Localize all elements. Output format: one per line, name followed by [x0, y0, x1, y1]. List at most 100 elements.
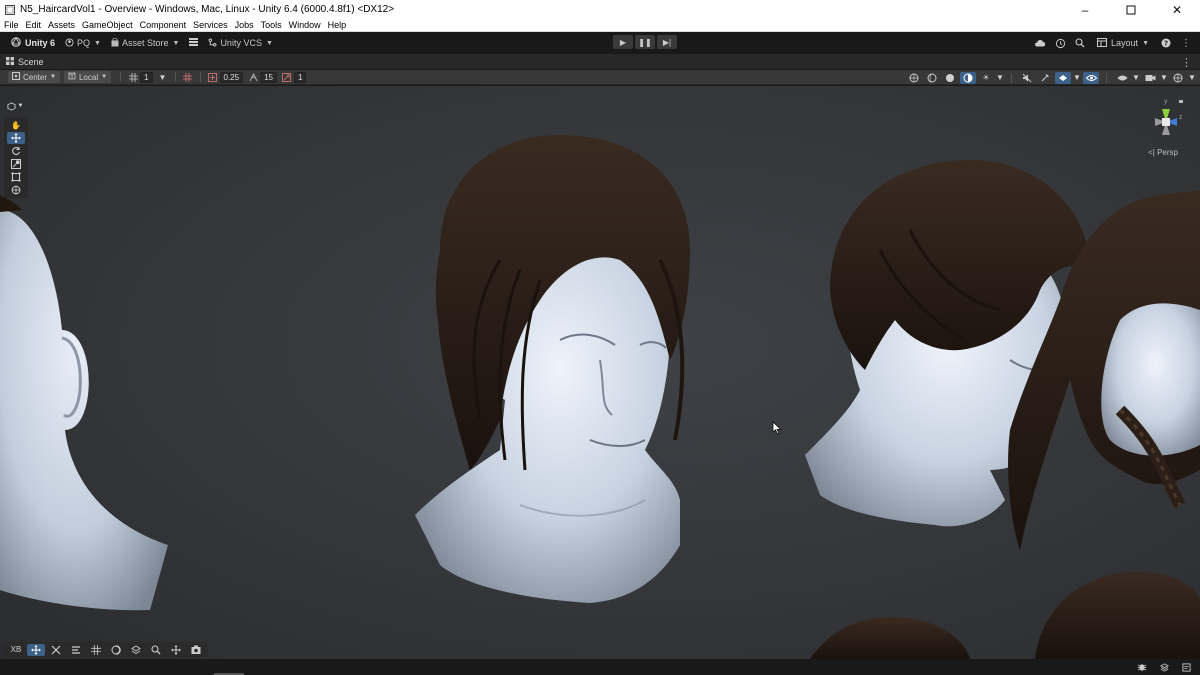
projection-label[interactable]: <| Persp	[1148, 148, 1178, 157]
hand-tool-icon[interactable]: ✋	[7, 119, 25, 131]
sphere-icon[interactable]	[107, 644, 125, 656]
chevron-down-icon[interactable]: ▼	[1132, 72, 1140, 84]
more-options-icon[interactable]: ⋮	[1178, 35, 1194, 51]
history-icon[interactable]	[1052, 35, 1068, 51]
menu-component[interactable]: Component	[140, 20, 187, 30]
lighting-toggle-icon[interactable]: ☀	[978, 72, 994, 84]
crossed-tools-icon[interactable]	[47, 644, 65, 656]
move-snap-field[interactable]: 0.25	[219, 71, 244, 83]
search-icon[interactable]	[1072, 35, 1088, 51]
unity-menu-button[interactable]: Unity 6	[6, 35, 60, 51]
asset-store-dropdown[interactable]: Asset Store ▼	[106, 35, 184, 51]
grid-visibility-icon[interactable]	[181, 71, 195, 83]
pivot-icon	[12, 72, 20, 82]
chevron-down-icon[interactable]: ▼	[996, 72, 1004, 84]
chevron-down-icon: ▼	[94, 39, 101, 47]
maximize-icon[interactable]	[1108, 0, 1154, 19]
xr-toggle-button[interactable]: XB	[7, 644, 25, 656]
tab-scene[interactable]: Scene	[6, 56, 44, 67]
grid-size-field[interactable]: 1	[140, 71, 153, 83]
move-tool-icon[interactable]	[7, 132, 25, 144]
rotate-tool-icon[interactable]	[7, 145, 25, 157]
vcs-dropdown[interactable]: Unity VCS ▼	[203, 35, 277, 51]
layout-dropdown[interactable]: Layout ▼	[1092, 35, 1154, 51]
pivot-center-dropdown[interactable]: Center ▼	[8, 71, 60, 83]
lock-icon[interactable]	[1179, 100, 1183, 103]
move-snap-toggle-icon[interactable]	[27, 643, 45, 656]
unity-version-label: Unity 6	[25, 38, 56, 48]
shaded-sphere-icon[interactable]	[942, 72, 958, 84]
overlay-menu-button[interactable]: ▼	[4, 99, 26, 113]
eye-icon[interactable]	[1083, 71, 1099, 84]
transform-tool-icon[interactable]	[7, 184, 25, 196]
toolbar-separator	[1011, 72, 1012, 83]
status-bar-icons	[1134, 659, 1194, 675]
bottom-right-head-model[interactable]	[1035, 571, 1200, 659]
lit-sphere-icon[interactable]	[960, 71, 976, 84]
chevron-down-icon[interactable]: ▼	[1160, 72, 1168, 84]
tools-overlay: ✋	[4, 117, 28, 198]
menu-assets[interactable]: Assets	[48, 20, 75, 30]
center-head-model[interactable]	[415, 135, 690, 603]
scale-snap-icon[interactable]	[280, 71, 294, 83]
scene-visibility-icon[interactable]	[1055, 71, 1071, 84]
menu-gameobject[interactable]: GameObject	[82, 20, 133, 30]
notifications-icon[interactable]	[1178, 659, 1194, 675]
main-toolbar: Unity 6 PQ ▼ Asset Store ▼ Unity VCS ▼	[0, 32, 1200, 54]
orientation-icon[interactable]	[906, 72, 922, 84]
grid-toggle-icon[interactable]	[87, 644, 105, 656]
effects-icon[interactable]	[1037, 72, 1053, 84]
menu-tools[interactable]: Tools	[261, 20, 282, 30]
step-icon[interactable]: ▶|	[657, 35, 677, 49]
account-dropdown[interactable]: PQ ▼	[60, 35, 106, 51]
tab-options-icon[interactable]: ⋮	[1181, 54, 1192, 70]
hidden-objects-icon[interactable]	[1114, 72, 1130, 84]
layout-icon	[1097, 37, 1108, 49]
menu-file[interactable]: File	[4, 20, 19, 30]
menu-edit[interactable]: Edit	[26, 20, 42, 30]
scene-viewport[interactable]	[0, 86, 1200, 659]
play-icon[interactable]: ▶	[613, 35, 633, 49]
debug-bug-icon[interactable]	[1134, 659, 1150, 675]
close-icon[interactable]: ✕	[1154, 0, 1200, 19]
left-head-model[interactable]	[0, 195, 168, 611]
scale-snap-field[interactable]: 1	[293, 71, 307, 83]
chevron-down-icon[interactable]: ▼	[156, 71, 170, 83]
screenshot-icon[interactable]	[187, 644, 205, 656]
camera-icon[interactable]	[1142, 72, 1158, 84]
space-label: Local	[78, 72, 99, 82]
rect-tool-icon[interactable]	[7, 171, 25, 183]
chevron-down-icon[interactable]: ▼	[1188, 72, 1196, 84]
pause-icon[interactable]: ❚❚	[635, 35, 655, 49]
chevron-down-icon[interactable]: ▼	[1073, 72, 1081, 84]
cloud-icon[interactable]	[1032, 35, 1048, 51]
wireframe-shading-icon[interactable]	[924, 72, 940, 84]
rotate-snap-field[interactable]: 15	[260, 71, 277, 83]
menu-window[interactable]: Window	[289, 20, 321, 30]
layers-icon[interactable]	[127, 644, 145, 656]
packages-button[interactable]	[184, 35, 203, 51]
menu-services[interactable]: Services	[193, 20, 228, 30]
space-local-dropdown[interactable]: Local ▼	[63, 71, 112, 83]
orientation-gizmo[interactable]: y z	[1146, 97, 1186, 145]
gizmos-icon[interactable]	[1170, 72, 1186, 84]
pan-icon[interactable]	[167, 644, 185, 656]
scene-grid-icon	[6, 56, 14, 67]
search-icon[interactable]	[147, 644, 165, 656]
increment-snap-icon[interactable]	[206, 71, 220, 83]
align-icon[interactable]	[67, 644, 85, 656]
bottom-head-model[interactable]	[810, 616, 970, 659]
help-icon[interactable]: ?	[1158, 35, 1174, 51]
menu-jobs[interactable]: Jobs	[235, 20, 254, 30]
menu-help[interactable]: Help	[328, 20, 347, 30]
toolbar-separator	[199, 72, 201, 82]
unity-logo-icon	[11, 37, 21, 49]
gizmo-center-cube[interactable]	[1162, 118, 1170, 126]
scale-tool-icon[interactable]	[7, 158, 25, 170]
grid-snap-icon[interactable]	[126, 71, 140, 83]
minimize-icon[interactable]: –	[1062, 0, 1108, 19]
audio-mute-icon[interactable]	[1019, 72, 1035, 84]
persp-icon: <|	[1148, 148, 1155, 157]
rotate-snap-icon[interactable]	[246, 71, 260, 83]
stack-icon[interactable]	[1156, 659, 1172, 675]
